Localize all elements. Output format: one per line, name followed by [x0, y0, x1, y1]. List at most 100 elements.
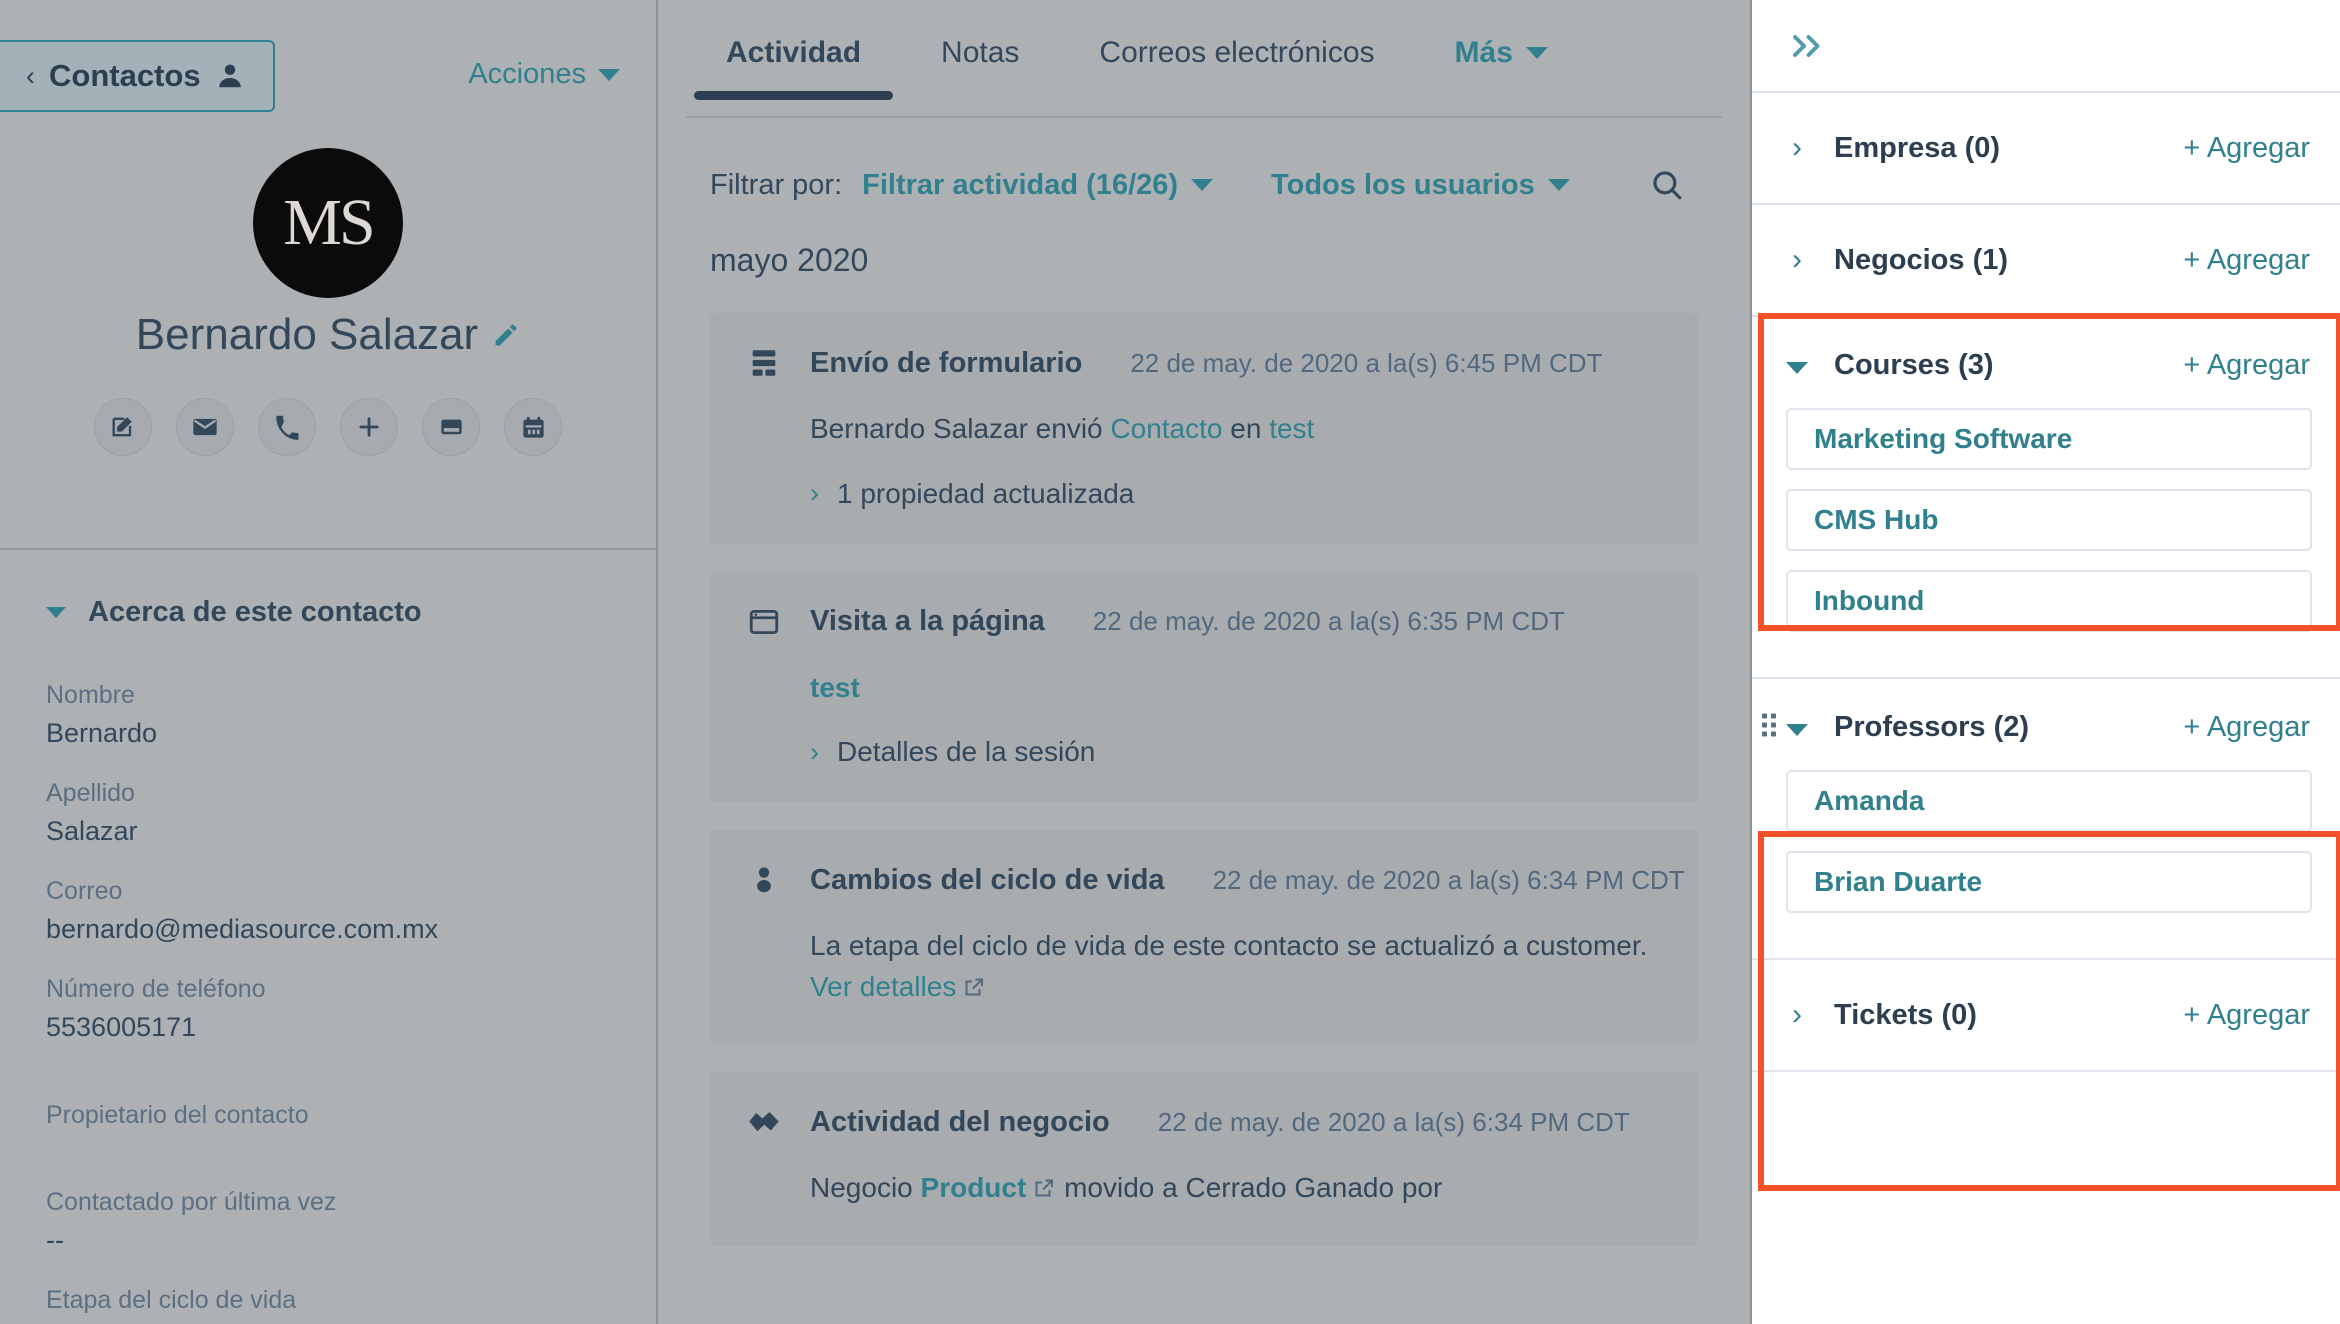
professor-name: Brian Duarte — [1814, 866, 1983, 897]
activity-card-title: Cambios del ciclo de vida — [810, 863, 1165, 896]
body-text: movido a Cerrado Ganado por — [1056, 1172, 1443, 1204]
plus-icon[interactable] — [340, 398, 398, 456]
search-icon[interactable] — [1650, 168, 1684, 202]
tab-label: Correos electrónicos — [1099, 36, 1375, 69]
about-contact-toggle[interactable]: Acerca de este contacto — [46, 596, 610, 629]
deal-icon — [744, 1102, 784, 1142]
association-courses-header[interactable]: Courses (3) + Agregar — [1752, 317, 2340, 408]
note-icon[interactable] — [94, 398, 152, 456]
tab-actividad[interactable]: Actividad — [686, 36, 901, 100]
field-nombre: Nombre Bernardo — [46, 681, 610, 749]
tab-label: Más — [1454, 36, 1513, 69]
list-item[interactable]: Marketing Software — [1786, 408, 2312, 470]
association-title: Professors (2) — [1834, 711, 2030, 743]
about-contact-section: Acerca de este contacto Nombre Bernardo … — [0, 550, 656, 1315]
tab-label: Actividad — [726, 36, 862, 69]
activity-card-expand[interactable]: › Detalles de la sesión — [744, 736, 1664, 768]
field-value[interactable]: bernardo@mediasource.com.mx — [46, 914, 610, 945]
chevron-right-icon[interactable]: › — [1786, 245, 1808, 275]
double-chevron-right-icon[interactable] — [1786, 31, 1828, 61]
list-item[interactable]: Brian Duarte — [1786, 851, 2312, 913]
contact-left-sidebar: ‹ Contactos Acciones MS Bernardo Salazar — [0, 0, 658, 1324]
calendar-icon[interactable] — [504, 398, 562, 456]
agregar-courses-button[interactable]: + Agregar — [2183, 349, 2310, 382]
contacto-link[interactable]: Contacto — [1110, 413, 1222, 444]
activity-card-body: test — [744, 668, 1664, 709]
activity-card-header: Envío de formulario 22 de may. de 2020 a… — [744, 343, 1664, 383]
activity-card[interactable]: Envío de formulario 22 de may. de 2020 a… — [710, 313, 1698, 544]
field-label: Apellido — [46, 779, 135, 807]
pencil-icon[interactable] — [492, 321, 520, 349]
activity-card-title: Visita a la página — [810, 605, 1045, 638]
field-propietario: Propietario del contacto — [46, 1101, 610, 1130]
activity-expand-label: 1 propiedad actualizada — [837, 477, 1135, 509]
field-value[interactable]: -- — [46, 1225, 610, 1256]
chevron-down-icon[interactable] — [1786, 723, 1808, 736]
activity-card-timestamp: 22 de may. de 2020 a la(s) 6:45 PM CDT — [1130, 347, 1603, 378]
agregar-negocios-button[interactable]: + Agregar — [2183, 244, 2310, 277]
task-icon[interactable] — [422, 398, 480, 456]
activity-card[interactable]: Cambios del ciclo de vida 22 de may. de … — [710, 830, 1698, 1045]
field-label: Etapa del ciclo de vida — [46, 1286, 297, 1314]
chevron-right-icon[interactable]: › — [1786, 133, 1808, 163]
agregar-professors-button[interactable]: + Agregar — [2183, 711, 2310, 744]
course-name: Inbound — [1814, 585, 1925, 616]
activity-card[interactable]: Actividad del negocio 22 de may. de 2020… — [710, 1072, 1698, 1246]
month-header: mayo 2020 — [710, 242, 869, 278]
field-value[interactable]: Salazar — [46, 816, 610, 847]
agregar-tickets-button[interactable]: + Agregar — [2183, 999, 2310, 1032]
acciones-label: Acciones — [468, 58, 586, 90]
email-icon[interactable] — [176, 398, 234, 456]
activity-card-body: Negocio Product movido a Cerrado Ganado … — [744, 1168, 1664, 1212]
association-title: Courses (3) — [1834, 349, 1994, 381]
association-professors-header[interactable]: Professors (2) + Agregar — [1752, 679, 2340, 770]
caret-down-icon — [1525, 47, 1548, 59]
activity-card[interactable]: Visita a la página 22 de may. de 2020 a … — [710, 571, 1698, 803]
chevron-right-icon: › — [810, 478, 819, 509]
activity-card-expand[interactable]: › 1 propiedad actualizada — [744, 478, 1664, 510]
negocio-product-link[interactable]: Product — [921, 1172, 1027, 1203]
field-contactado: Contactado por última vez -- — [46, 1188, 610, 1256]
association-empresa[interactable]: › Empresa (0) + Agregar — [1752, 93, 2340, 205]
activity-card-timestamp: 22 de may. de 2020 a la(s) 6:34 PM CDT — [1212, 864, 1685, 895]
acciones-dropdown[interactable]: Acciones — [468, 58, 620, 91]
back-to-contacts-button[interactable]: ‹ Contactos — [0, 40, 275, 112]
agregar-empresa-button[interactable]: + Agregar — [2183, 132, 2310, 165]
list-item[interactable]: Amanda — [1786, 770, 2312, 832]
filter-prefix-label: Filtrar por: — [710, 168, 843, 201]
users-filter-label: Todos los usuarios — [1271, 168, 1535, 201]
ver-detalles-link[interactable]: Ver detalles — [810, 971, 956, 1002]
tab-notas[interactable]: Notas — [901, 36, 1059, 100]
about-contact-title: Acerca de este contacto — [88, 596, 422, 628]
person-icon — [215, 61, 245, 91]
drag-handle-icon[interactable] — [1762, 713, 1776, 736]
body-text: en — [1222, 413, 1270, 444]
sidebar-collapse-bar — [1752, 0, 2340, 93]
record-tabs: Actividad Notas Correos electrónicos Más — [658, 0, 1750, 118]
chevron-down-icon[interactable] — [1786, 361, 1808, 374]
page-url-link[interactable]: test — [810, 672, 860, 703]
avatar: MS — [253, 148, 403, 298]
body-text: Bernardo Salazar envió — [810, 413, 1111, 444]
list-item[interactable]: CMS Hub — [1786, 489, 2312, 551]
association-negocios[interactable]: › Negocios (1) + Agregar — [1752, 205, 2340, 317]
users-filter-dropdown[interactable]: Todos los usuarios — [1271, 169, 1570, 202]
test-form-link[interactable]: test — [1269, 413, 1314, 444]
list-item[interactable]: Inbound — [1786, 570, 2312, 632]
phone-icon[interactable] — [258, 398, 316, 456]
tab-correos-electronicos[interactable]: Correos electrónicos — [1059, 36, 1414, 100]
quick-action-bar — [0, 398, 656, 456]
association-tickets[interactable]: › Tickets (0) + Agregar — [1752, 960, 2340, 1072]
field-etapa-ciclo-vida: Etapa del ciclo de vida — [46, 1286, 610, 1315]
field-value[interactable]: 5536005171 — [46, 1012, 610, 1043]
field-apellido: Apellido Salazar — [46, 779, 610, 847]
field-value[interactable]: Bernardo — [46, 718, 610, 749]
field-label: Correo — [46, 877, 123, 905]
activity-card-body: La etapa del ciclo de vida de este conta… — [744, 926, 1664, 1010]
activity-filter-dropdown[interactable]: Filtrar actividad (16/26) — [862, 169, 1214, 202]
tab-mas[interactable]: Más — [1415, 36, 1588, 100]
professors-item-list: Amanda Brian Duarte — [1752, 770, 2340, 958]
activity-card-header: Cambios del ciclo de vida 22 de may. de … — [744, 860, 1685, 900]
chevron-right-icon[interactable]: › — [1786, 1000, 1808, 1030]
chevron-down-icon — [46, 607, 66, 618]
